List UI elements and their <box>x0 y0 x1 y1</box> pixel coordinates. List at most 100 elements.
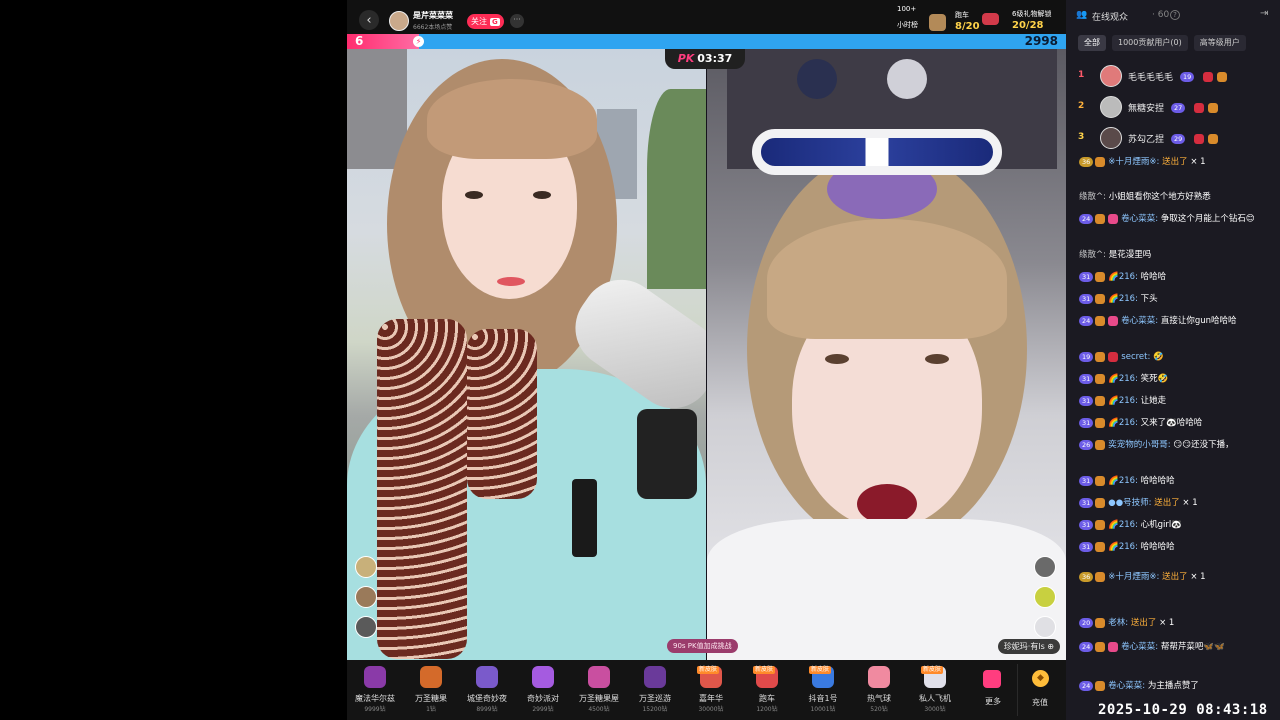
gift-count: × 1 <box>1182 498 1198 508</box>
viewer-avatar <box>1100 65 1122 87</box>
chat-username[interactable]: 🌈216: <box>1108 374 1138 384</box>
gift-item[interactable]: 万圣巡游 15200钻 <box>627 660 683 720</box>
fan-badge-icon <box>1095 271 1106 282</box>
bangs <box>767 219 1007 339</box>
mic-stand <box>637 409 697 499</box>
host-supporter-avatar[interactable] <box>355 556 377 578</box>
chat-username[interactable]: 老林: <box>1108 618 1128 628</box>
chat-username[interactable]: 卷心菜菜: <box>1121 214 1158 224</box>
chat-username[interactable]: 卷心菜菜: <box>1108 681 1145 691</box>
gift-box-icon <box>983 670 1001 688</box>
gift-count: × 1 <box>1159 618 1175 628</box>
gift-name: 跑车 <box>759 694 775 703</box>
fan-badge-icon <box>1208 134 1218 144</box>
tab-high-level[interactable]: 高等级用户 <box>1193 35 1246 51</box>
chat-username[interactable]: 🌈216: <box>1108 476 1138 486</box>
gift-price: 1200钻 <box>756 706 778 713</box>
level-badge: 24 <box>1079 213 1094 224</box>
top-viewer-row[interactable]: 3 苏勾乙捏 29 <box>1066 124 1280 154</box>
opponent-supporter-avatar[interactable] <box>1034 586 1056 608</box>
diamond-icon: ◆ <box>1032 670 1049 687</box>
gift-item[interactable]: 奇妙派对 2999钻 <box>515 660 571 720</box>
tab-contributors[interactable]: 1000贡献用户(0) <box>1112 35 1188 51</box>
rank-number: 3 <box>1078 132 1085 142</box>
chat-username[interactable]: ※十月煙雨※: <box>1108 157 1159 167</box>
fan-badge-icon <box>1208 103 1218 113</box>
empty-seat-avatar[interactable] <box>1034 616 1056 638</box>
chat-text: 送出了 <box>1162 572 1188 582</box>
chat-username[interactable]: ※十月煙雨※: <box>1108 572 1159 582</box>
more-options-button[interactable]: ··· <box>510 14 524 28</box>
chat-username[interactable]: 缘散^: <box>1079 250 1106 260</box>
host-avatar[interactable] <box>389 11 409 31</box>
fan-badge-icon <box>1095 351 1106 362</box>
level-badge: 36 <box>1079 156 1094 167</box>
fan-badge-icon <box>1217 72 1227 82</box>
fan-badge-icon <box>1095 315 1106 326</box>
gift-count: × 1 <box>1190 572 1206 582</box>
recharge-button[interactable]: ◆ 充值 <box>1017 664 1061 716</box>
gift-item[interactable]: 万圣糖果屋 4500钻 <box>571 660 627 720</box>
gift-item[interactable]: 新皮肤 嘉年华 30000钻 <box>683 660 739 720</box>
follow-button[interactable]: 关注 G <box>467 14 504 29</box>
poster-badge <box>797 59 837 99</box>
live-stream-window: ‹ 是芹菜菜菜 6662本场点赞 关注 G ··· 100+ 小时榜 跑车 8/2… <box>0 0 1280 720</box>
chat-username[interactable]: 🌈216: <box>1108 418 1138 428</box>
chat-message: 24 卷心菜菜: 争取这个月能上个钻石😊 <box>1079 212 1275 226</box>
chat-username[interactable]: 卷心菜菜: <box>1121 642 1158 652</box>
collapse-panel-icon[interactable]: ⇥ <box>1260 8 1268 19</box>
opponent-supporter-avatar[interactable] <box>1034 556 1056 578</box>
viewer-name: 苏勾乙捏 <box>1128 135 1165 145</box>
host-video <box>347 49 706 660</box>
chat-username[interactable]: 🌈216: <box>1108 520 1138 530</box>
chat-username[interactable]: 🌈216: <box>1108 396 1138 406</box>
gift-name: 万圣糖果屋 <box>579 694 619 703</box>
pk-challenge-pill[interactable]: 90s PK值加成挑战 <box>667 639 738 653</box>
chat-username[interactable]: 卷心菜菜: <box>1121 316 1158 326</box>
tab-all[interactable]: 全部 <box>1078 35 1106 51</box>
more-gifts-button[interactable]: 更多 <box>979 660 1007 720</box>
host-supporter-avatar[interactable] <box>355 586 377 608</box>
sports-car-progress: 8/20 <box>955 21 980 32</box>
chat-text: 是花漫里吗 <box>1108 250 1152 260</box>
gift-name: 城堡奇妙夜 <box>467 694 507 703</box>
fan-badge-icon <box>1095 417 1106 428</box>
lightning-icon: ⚡ <box>413 36 424 47</box>
chat-username[interactable]: 缘散^: <box>1079 192 1106 202</box>
level-badge: 31 <box>1079 541 1094 552</box>
fan-badge-icon <box>1095 680 1106 691</box>
bangs <box>427 79 597 159</box>
fan-badge-icon <box>1095 541 1106 552</box>
chat-username[interactable]: 奕宠物的小哥哥: <box>1108 440 1170 450</box>
help-icon[interactable]: ? <box>1170 10 1180 20</box>
fan-badge-icon <box>1095 617 1106 628</box>
gift-item[interactable]: 新皮肤 私人飞机 3000钻 <box>907 660 963 720</box>
chat-username[interactable]: ●●号技师: <box>1108 498 1151 508</box>
back-button[interactable]: ‹ <box>359 10 379 30</box>
chat-username[interactable]: secret: <box>1121 352 1150 362</box>
chat-username[interactable]: 🌈216: <box>1108 294 1138 304</box>
top-viewer-row[interactable]: 1 毛毛毛毛毛 19 <box>1066 62 1280 92</box>
right-eye <box>925 354 949 364</box>
top-bar: ‹ 是芹菜菜菜 6662本场点赞 关注 G ··· 100+ 小时榜 跑车 8/2… <box>347 0 1066 34</box>
hourly-rank-label[interactable]: 小时榜 <box>897 21 918 29</box>
opponent-name-pill[interactable]: 珍妮玛·有ls ⊕ <box>997 639 1060 654</box>
scarf <box>377 319 467 659</box>
gift-item[interactable]: 热气球 520钻 <box>851 660 907 720</box>
level-badge: 31 <box>1079 271 1094 282</box>
chat-username[interactable]: 🌈216: <box>1108 272 1138 282</box>
gift-item[interactable]: 新皮肤 跑车 1200钻 <box>739 660 795 720</box>
chat-username[interactable]: 🌈216: <box>1108 542 1138 552</box>
gift-item[interactable]: 万圣糖果 1钻 <box>403 660 459 720</box>
chat-message: 19 secret: 🤣 <box>1079 350 1275 364</box>
top-viewer-row[interactable]: 2 無糖安捏 27 <box>1066 93 1280 123</box>
recharge-label: 充值 <box>1032 698 1048 707</box>
gift-item[interactable]: 新皮肤 抖音1号 10001钻 <box>795 660 851 720</box>
fan-badge-icon <box>1095 439 1106 450</box>
gift-item[interactable]: 魔法华尔兹 9999钻 <box>347 660 403 720</box>
empty-seat-avatar[interactable] <box>355 616 377 638</box>
fan-badge-icon <box>1194 134 1204 144</box>
fan-badge-icon <box>1095 395 1106 406</box>
gift-item[interactable]: 城堡奇妙夜 8999钻 <box>459 660 515 720</box>
right-eye <box>533 191 551 199</box>
